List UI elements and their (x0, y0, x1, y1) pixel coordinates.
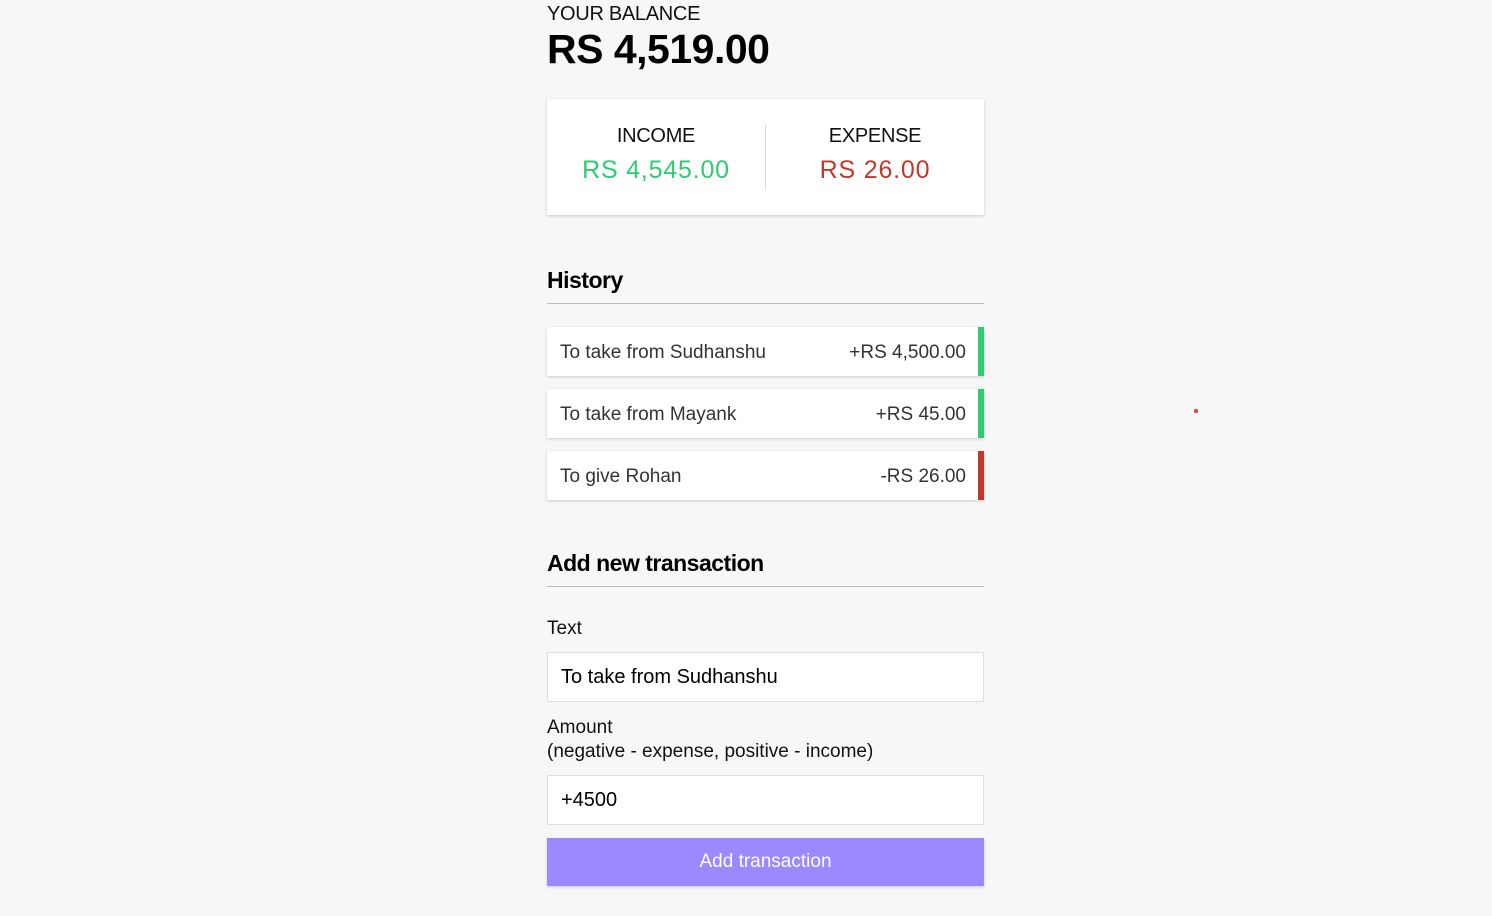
income-expense-card: INCOME RS 4,545.00 EXPENSE RS 26.00 (547, 99, 984, 215)
text-input[interactable] (547, 652, 984, 702)
transaction-list: To take from Sudhanshu +RS 4,500.00 To t… (547, 327, 984, 513)
expense-column: EXPENSE RS 26.00 (766, 99, 984, 215)
income-value: RS 4,545.00 (582, 156, 730, 184)
income-indicator (978, 327, 984, 376)
transaction-item[interactable]: To give Rohan -RS 26.00 (547, 451, 984, 500)
transaction-item[interactable]: To take from Mayank +RS 45.00 (547, 389, 984, 438)
income-indicator (978, 389, 984, 438)
transaction-amount: -RS 26.00 (880, 466, 966, 487)
transaction-text: To give Rohan (560, 466, 682, 487)
transaction-amount: +RS 45.00 (875, 404, 966, 425)
transaction-text: To take from Sudhanshu (560, 342, 766, 363)
income-label: INCOME (616, 125, 696, 147)
balance-label: YOUR BALANCE (547, 3, 701, 25)
amount-field-label: Amount (547, 717, 613, 738)
amount-input[interactable] (547, 775, 984, 825)
transaction-amount: +RS 4,500.00 (849, 342, 966, 363)
income-column: INCOME RS 4,545.00 (547, 99, 765, 215)
cursor-dot (1194, 409, 1198, 413)
transaction-item[interactable]: To take from Sudhanshu +RS 4,500.00 (547, 327, 984, 376)
amount-hint: (negative - expense, positive - income) (547, 741, 874, 762)
expense-indicator (978, 451, 984, 500)
balance-value: RS 4,519.00 (547, 26, 770, 72)
text-field-label: Text (547, 618, 582, 639)
add-transaction-button[interactable]: Add transaction (547, 838, 984, 886)
history-heading: History (547, 267, 984, 304)
expense-value: RS 26.00 (819, 156, 931, 184)
expense-label: EXPENSE (828, 125, 922, 147)
add-transaction-heading: Add new transaction (547, 550, 984, 587)
transaction-text: To take from Mayank (560, 404, 737, 425)
